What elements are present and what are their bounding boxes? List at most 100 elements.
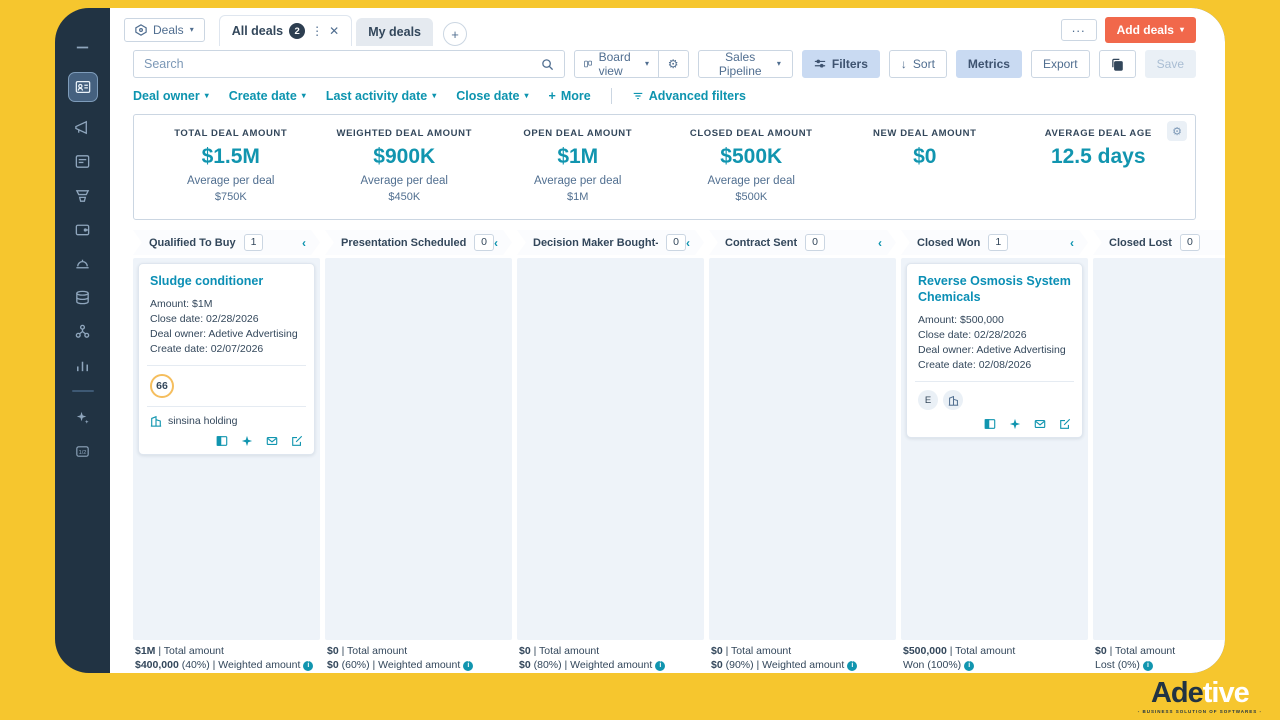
info-icon[interactable]: i [463,661,474,671]
filters-label: Filters [831,57,868,71]
email-icon[interactable] [266,435,278,447]
tab-my-deals[interactable]: My deals [356,18,433,46]
filter-label: Close date [456,89,520,103]
collapse-column-icon[interactable]: ‹ [494,236,502,250]
preview-panel-icon[interactable] [216,435,228,447]
add-view-button[interactable]: + [443,22,467,46]
divider [147,365,306,366]
sidebar-item-guide[interactable]: 1/2 [74,442,92,460]
sidebar-item-sales[interactable] [74,186,92,204]
preview-panel-icon[interactable] [984,418,996,430]
sidebar-item-automations[interactable] [74,322,92,340]
caret-down-icon: ▾ [189,25,194,34]
brand-tagline: - BUSINESS SOLUTION OF SOFTWARES - [1137,709,1262,714]
brand-name: Adetive [1138,678,1262,708]
app-window: 1/2 Deals ▾ All deals 2 ⋮ ✕ My deals + .… [55,8,1225,673]
guide-badge-icon: 1/2 [76,445,89,457]
metrics-button[interactable]: Metrics [955,50,1022,78]
main-content: Deals ▾ All deals 2 ⋮ ✕ My deals + ... A… [110,8,1225,673]
column-header[interactable]: Qualified To Buy 1 ‹ [133,230,320,255]
add-deals-button[interactable]: Add deals ▾ [1104,17,1196,43]
edit-icon[interactable] [291,435,303,447]
metric-closed-deal-amount: CLOSED DEAL AMOUNT $500K Average per dea… [665,128,839,203]
more-options-button[interactable]: ... [1060,19,1097,41]
collapse-column-icon[interactable]: ‹ [302,236,310,250]
filter-label: Create date [228,89,297,103]
sidebar-item-crm[interactable] [67,72,98,102]
info-icon[interactable]: i [303,661,314,671]
sparkle-icon [76,411,89,424]
deals-dropdown-button[interactable]: Deals ▾ [124,18,205,42]
filter-last-activity-date[interactable]: Last activity date ▾ [326,89,436,103]
total-amount-label: | Total amount [530,645,600,657]
filters-button[interactable]: Filters [801,50,880,78]
collapse-column-icon[interactable]: ‹ [878,236,886,250]
search-input[interactable] [144,57,542,71]
filter-more[interactable]: + More [549,89,591,103]
collapse-column-icon[interactable]: ‹ [1070,236,1078,250]
divider [610,88,612,104]
info-icon[interactable]: i [964,661,975,671]
board-view-dropdown[interactable]: Board view ▾ [575,50,658,78]
deal-score-badge: 66 [150,374,174,398]
column-header[interactable]: Presentation Scheduled 0 ‹ [325,230,512,255]
deal-card-sludge-conditioner[interactable]: Sludge conditioner Amount: $1M Close dat… [138,263,315,455]
weighted-amount-label: (80%) | Weighted amount [530,659,653,671]
column-decision-maker-bought-in: Decision Maker Bought-In 0 ‹ $0 | Total … [517,230,704,673]
plus-icon: + [451,26,459,42]
column-name: Presentation Scheduled [341,236,467,249]
filter-create-date[interactable]: Create date ▾ [229,89,306,103]
filter-deal-owner[interactable]: Deal owner ▾ [133,89,209,103]
metrics-label: Metrics [967,57,1010,71]
deal-board: Qualified To Buy 1 ‹ Sludge conditioner … [110,230,1225,673]
export-button[interactable]: Export [1030,50,1090,78]
column-header[interactable]: Decision Maker Bought-In 0 ‹ [517,230,704,255]
column-totals: $0 | Total amount $0 (90%) | Weighted am… [709,640,896,673]
sort-button[interactable]: ↓ Sort [888,50,947,78]
tab-kebab-icon[interactable]: ⋮ [311,24,323,38]
clone-view-button[interactable] [1098,50,1136,78]
info-icon[interactable]: i [1142,661,1153,671]
weighted-amount: $0 [327,659,339,671]
edit-icon[interactable] [1059,418,1071,430]
caret-down-icon: ▾ [776,59,781,68]
metrics-settings-gear-icon[interactable]: ⚙ [1167,121,1187,141]
column-header[interactable]: Contract Sent 0 ‹ [709,230,896,255]
email-icon[interactable] [1034,418,1046,430]
sidebar-item-content[interactable] [74,152,92,170]
metric-new-deal-amount: NEW DEAL AMOUNT $0 [838,128,1012,203]
sidebar-item-ai[interactable] [74,408,92,426]
sidebar-item-data[interactable] [74,288,92,306]
left-navigation: 1/2 [55,8,110,673]
sidebar-item-reporting[interactable] [74,356,92,374]
tab-close-icon[interactable]: ✕ [329,24,339,38]
column-header[interactable]: Closed Lost 0 [1093,230,1225,255]
info-icon[interactable]: i [655,661,666,671]
advanced-filters-link[interactable]: Advanced filters [632,89,746,103]
collapse-column-icon[interactable]: ‹ [686,236,694,250]
metric-avg-label: Average per deal [360,175,448,187]
tab-all-deals[interactable]: All deals 2 ⋮ ✕ [218,15,353,46]
contact-avatar[interactable]: E [918,390,938,410]
column-header[interactable]: Closed Won 1 ‹ [901,230,1088,255]
view-settings-button[interactable]: ⚙ [659,51,688,77]
filter-label: Last activity date [325,89,428,103]
menu-dash-icon[interactable] [74,38,92,56]
sidebar-item-service[interactable] [74,254,92,272]
deal-title[interactable]: Reverse Osmosis System Chemicals [918,273,1071,305]
brand-logo: Adetive - BUSINESS SOLUTION OF SOFTWARES… [1138,678,1262,714]
associated-company[interactable]: sinsina holding [150,415,303,427]
add-task-icon[interactable] [241,435,253,447]
save-button[interactable]: Save [1144,50,1196,78]
filter-close-date[interactable]: Close date ▾ [456,89,528,103]
pipeline-dropdown[interactable]: Sales Pipeline ▾ [697,50,793,78]
info-icon[interactable]: i [847,661,858,671]
total-amount: $0 [519,645,531,657]
deal-title[interactable]: Sludge conditioner [150,273,303,289]
sidebar-item-marketing[interactable] [74,118,92,136]
sidebar-item-commerce[interactable] [74,220,92,238]
company-avatar[interactable] [943,390,963,410]
megaphone-icon [75,120,87,134]
add-task-icon[interactable] [1009,418,1021,430]
deal-card-reverse-osmosis[interactable]: Reverse Osmosis System Chemicals Amount:… [906,263,1083,438]
